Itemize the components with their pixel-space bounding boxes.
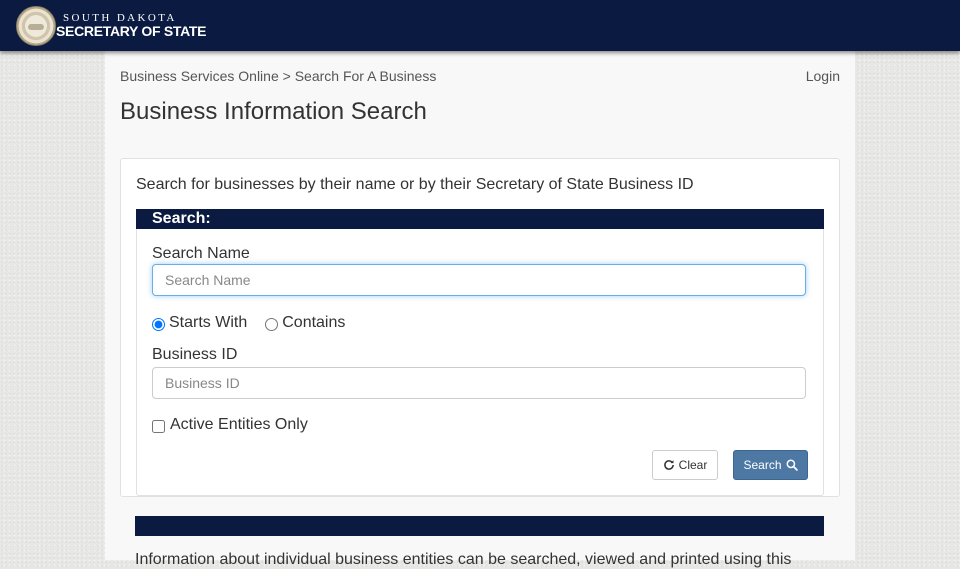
brand-office-name: SECRETARY OF STATE [56, 23, 207, 39]
search-section-bar: Search: [136, 209, 824, 229]
contains-radio[interactable] [265, 318, 279, 331]
breadcrumb-current: Search For A Business [294, 68, 437, 84]
breadcrumb: Business Services Online > Search For A … [120, 68, 436, 84]
info-section-bar [135, 516, 824, 536]
search-panel: Search for businesses by their name or b… [120, 158, 840, 497]
active-only-group: Active Entities Only [152, 416, 308, 434]
business-id-input[interactable] [152, 367, 806, 399]
info-text: Information about individual business en… [135, 551, 792, 568]
login-link[interactable]: Login [806, 68, 840, 84]
search-button[interactable]: Search [733, 450, 808, 480]
search-intro-text: Search for businesses by their name or b… [136, 176, 694, 193]
search-icon [786, 459, 798, 471]
clear-button[interactable]: Clear [652, 450, 718, 480]
refresh-icon [663, 460, 674, 470]
breadcrumb-separator: > [282, 68, 291, 84]
starts-with-label: Starts With [169, 314, 248, 331]
main-container: Business Services Online > Search For A … [105, 51, 855, 568]
seal-emblem [28, 24, 44, 30]
site-header: SOUTH DAKOTA SECRETARY OF STATE [0, 0, 960, 51]
search-button-label: Search [743, 458, 782, 472]
clear-button-label: Clear [678, 458, 708, 472]
breadcrumb-root-link[interactable]: Business Services Online [120, 68, 279, 84]
contains-label: Contains [282, 314, 346, 331]
search-name-input[interactable] [152, 264, 806, 296]
state-seal-logo[interactable] [16, 6, 56, 46]
search-name-label: Search Name [152, 245, 250, 262]
active-only-checkbox[interactable] [152, 419, 165, 433]
search-form: Search Name Starts With Contains Busines… [136, 229, 824, 496]
starts-with-radio[interactable] [152, 318, 165, 331]
search-section-label: Search: [152, 210, 211, 227]
business-id-label: Business ID [152, 346, 238, 363]
active-only-label: Active Entities Only [170, 416, 308, 433]
page-title: Business Information Search [120, 98, 427, 125]
match-mode-group: Starts With Contains [152, 314, 345, 332]
